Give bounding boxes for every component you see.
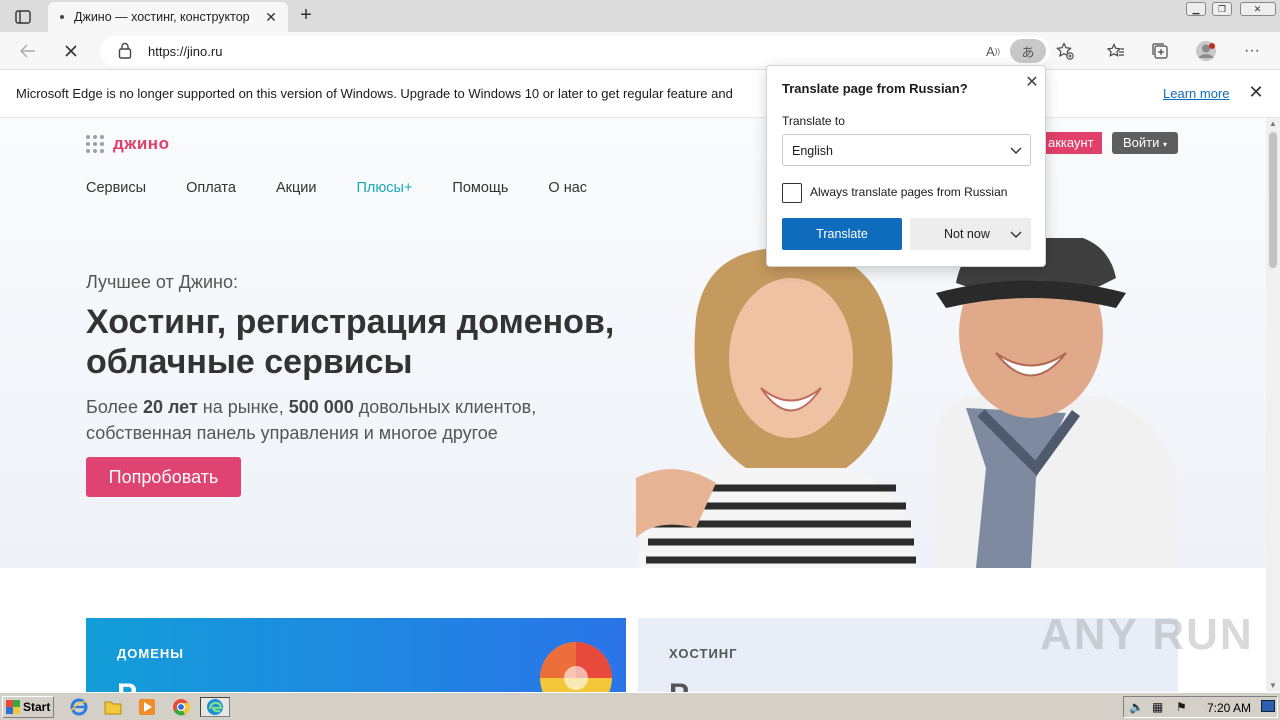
unsupported-infobar: Microsoft Edge is no longer supported on… — [0, 70, 1280, 118]
translate-popup-close-icon[interactable]: ✕ — [1021, 72, 1043, 94]
desc-part: на рынке, — [197, 397, 289, 417]
hosting-card-label: ХОСТИНГ — [669, 646, 738, 661]
language-select[interactable]: English — [782, 134, 1031, 166]
domains-card-label: ДОМЕНЫ — [117, 646, 184, 661]
back-arrow-icon[interactable] — [14, 38, 42, 64]
hosting-card-heading: Р — [669, 678, 689, 692]
show-desktop-icon[interactable] — [1261, 700, 1275, 712]
hero-description: Более 20 лет на рынке, 500 000 довольных… — [86, 394, 646, 446]
minimize-button[interactable]: ▁ — [1183, 0, 1209, 18]
start-label: Start — [23, 700, 51, 714]
chevron-down-icon[interactable] — [1008, 226, 1024, 242]
tab-loading-icon — [60, 15, 64, 19]
logo-text: джино — [113, 134, 170, 153]
translate-popup-title: Translate page from Russian? — [782, 81, 968, 96]
tab-close-icon[interactable]: ✕ — [262, 9, 280, 26]
apps-grid-icon — [86, 135, 104, 153]
profile-avatar[interactable] — [1192, 38, 1220, 64]
windows-taskbar: Start 🔈 ▦ ⚑ 7:20 AM — [0, 692, 1280, 720]
desc-part: Более — [86, 397, 143, 417]
nav-item-payment[interactable]: Оплата — [186, 180, 236, 196]
hero-section: джино аккаунт Войти ▾ Сервисы Оплата Акц… — [0, 118, 1266, 568]
not-now-button[interactable]: Not now — [910, 218, 1031, 250]
account-button[interactable]: аккаунт — [1040, 132, 1102, 154]
read-aloud-icon[interactable]: A)) — [980, 39, 1006, 63]
always-translate-checkbox[interactable] — [782, 183, 802, 203]
chevron-down-icon — [1010, 147, 1022, 154]
clock[interactable]: 7:20 AM — [1207, 701, 1251, 715]
tab-title: Джино — хостинг, конструктор — [74, 10, 250, 24]
try-button[interactable]: Попробовать — [86, 457, 241, 497]
site-logo[interactable]: джино — [86, 134, 169, 154]
browser-tab[interactable]: Джино — хостинг, конструктор ✕ — [48, 2, 288, 32]
desc-years: 20 лет — [142, 397, 198, 417]
caret-down-icon: ▾ — [1163, 140, 1168, 149]
collections-icon[interactable] — [1146, 38, 1174, 64]
translate-to-label: Translate to — [782, 114, 845, 128]
address-bar[interactable]: https://jino.ru A)) あ — [100, 36, 1074, 66]
system-tray: 🔈 ▦ ⚑ 7:20 AM — [1123, 696, 1278, 718]
scroll-thumb[interactable] — [1269, 132, 1277, 268]
volume-icon[interactable]: 🔈 — [1129, 700, 1144, 714]
desc-clients: 500 000 — [288, 397, 354, 417]
browser-toolbar: https://jino.ru A)) あ ··· — [0, 32, 1280, 70]
site-nav: Сервисы Оплата Акции Плюсы+ Помощь О нас — [86, 180, 587, 196]
desc-part: довольных клиентов, — [353, 397, 537, 417]
lock-icon[interactable] — [118, 42, 134, 60]
infobar-text: Microsoft Edge is no longer supported on… — [16, 86, 733, 101]
selected-language: English — [792, 144, 833, 158]
stop-loading-icon[interactable] — [57, 38, 85, 64]
tab-actions-icon[interactable] — [8, 6, 38, 28]
nav-item-services[interactable]: Сервисы — [86, 180, 146, 196]
start-button[interactable]: Start — [2, 696, 54, 718]
network-icon[interactable]: ▦ — [1152, 700, 1163, 714]
translate-icon[interactable]: あ — [1010, 39, 1046, 63]
anyrun-watermark: ANY RUN — [1040, 610, 1254, 659]
windows-logo-icon — [6, 700, 20, 714]
favorites-icon[interactable] — [1102, 38, 1130, 64]
flag-icon[interactable]: ⚑ — [1176, 700, 1187, 714]
nav-plus-label: Плюсы — [356, 180, 404, 196]
domains-card[interactable]: ДОМЕНЫ Р — [86, 618, 626, 692]
translate-popup: Translate page from Russian? ✕ Translate… — [766, 65, 1046, 267]
not-now-label: Not now — [944, 227, 990, 241]
desc-line2: собственная панель управления и многое д… — [86, 423, 498, 443]
file-explorer-icon[interactable] — [102, 697, 124, 717]
url-text[interactable]: https://jino.ru — [148, 44, 222, 59]
title-bar: Джино — хостинг, конструктор ✕ + ▁ ❐ ✕ — [0, 0, 1280, 32]
maximize-button[interactable]: ❐ — [1209, 0, 1235, 18]
edge-taskbar-icon[interactable] — [200, 697, 230, 717]
add-favorite-icon[interactable] — [1052, 39, 1078, 63]
hero-headline: Хостинг, регистрация доменов, облачные с… — [86, 303, 615, 381]
internet-explorer-icon[interactable] — [68, 697, 90, 717]
balloon-icon — [540, 642, 612, 692]
nav-item-plus[interactable]: Плюсы+ — [357, 180, 413, 196]
media-player-icon[interactable] — [136, 697, 158, 717]
new-tab-button[interactable]: + — [294, 5, 318, 27]
domains-card-heading: Р — [117, 678, 137, 692]
hero-people-photo — [636, 238, 1178, 568]
window-close-button[interactable]: ✕ — [1235, 0, 1280, 18]
nav-item-about[interactable]: О нас — [548, 180, 587, 196]
login-button[interactable]: Войти ▾ — [1112, 132, 1178, 154]
nav-item-promotions[interactable]: Акции — [276, 180, 317, 196]
hero-subtitle: Лучшее от Джино: — [86, 272, 238, 292]
scroll-down-arrow-icon[interactable]: ▼ — [1266, 680, 1280, 692]
scroll-up-arrow-icon[interactable]: ▲ — [1266, 118, 1280, 130]
chrome-icon[interactable] — [170, 697, 192, 717]
learn-more-link[interactable]: Learn more — [1163, 86, 1229, 101]
always-translate-label[interactable]: Always translate pages from Russian — [810, 185, 1007, 199]
more-options-icon[interactable]: ··· — [1238, 38, 1266, 64]
page-scrollbar[interactable]: ▲ ▼ — [1266, 118, 1280, 692]
login-label: Войти — [1122, 135, 1160, 150]
web-page: джино аккаунт Войти ▾ Сервисы Оплата Акц… — [0, 118, 1266, 692]
nav-item-help[interactable]: Помощь — [452, 180, 508, 196]
infobar-close-icon[interactable]: ✕ — [1246, 82, 1266, 104]
translate-button[interactable]: Translate — [782, 218, 902, 250]
nav-plus-suffix: + — [403, 180, 413, 196]
